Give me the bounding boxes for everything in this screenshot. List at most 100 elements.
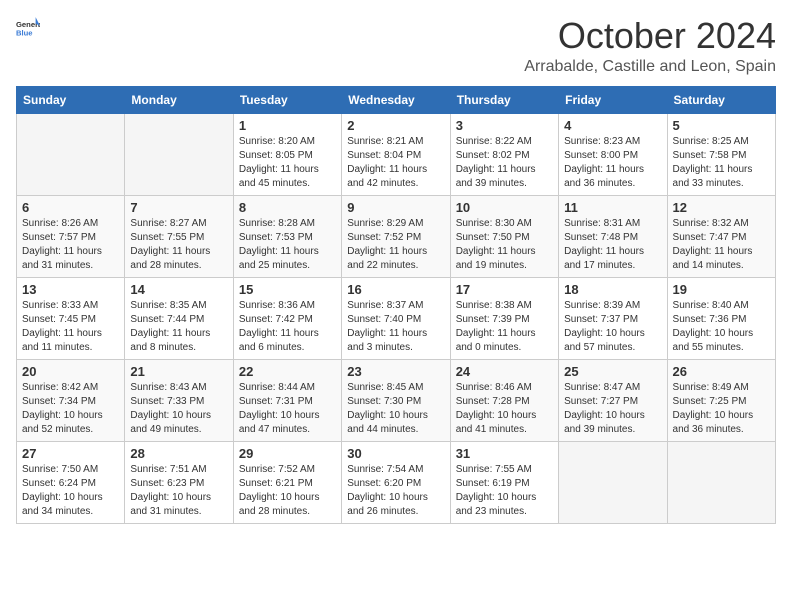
calendar-cell — [667, 441, 775, 523]
day-number: 5 — [673, 118, 770, 133]
calendar-week-1: 1 Sunrise: 8:20 AMSunset: 8:05 PMDaylight… — [17, 113, 776, 195]
month-title: October 2024 — [524, 16, 776, 56]
day-number: 31 — [456, 446, 553, 461]
day-number: 4 — [564, 118, 661, 133]
logo-image: General Blue — [16, 16, 40, 45]
weekday-header-monday: Monday — [125, 86, 233, 113]
day-info: Sunrise: 8:46 AMSunset: 7:28 PMDaylight:… — [456, 381, 553, 437]
day-info: Sunrise: 8:23 AMSunset: 8:00 PMDaylight:… — [564, 135, 661, 191]
logo: General Blue — [16, 16, 40, 45]
calendar-week-4: 20Sunrise: 8:42 AMSunset: 7:34 PMDayligh… — [17, 359, 776, 441]
day-info: Sunrise: 7:55 AMSunset: 6:19 PMDaylight:… — [456, 463, 553, 519]
day-info: Sunrise: 8:26 AMSunset: 7:57 PMDaylight:… — [22, 217, 119, 273]
calendar-cell — [17, 113, 125, 195]
calendar-cell: 2 Sunrise: 8:21 AMSunset: 8:04 PMDaylight… — [342, 113, 450, 195]
day-info: Sunrise: 8:42 AMSunset: 7:34 PMDaylight:… — [22, 381, 119, 437]
calendar-cell: 8 Sunrise: 8:28 AMSunset: 7:53 PMDaylight… — [233, 195, 341, 277]
calendar-table: SundayMondayTuesdayWednesdayThursdayFrid… — [16, 86, 776, 524]
calendar-cell: 31 Sunrise: 7:55 AMSunset: 6:19 PMDayligh… — [450, 441, 558, 523]
day-info: Sunrise: 8:27 AMSunset: 7:55 PMDaylight:… — [130, 217, 227, 273]
day-info: Sunrise: 8:44 AMSunset: 7:31 PMDaylight:… — [239, 381, 336, 437]
day-number: 23 — [347, 364, 444, 379]
day-number: 21 — [130, 364, 227, 379]
day-number: 25 — [564, 364, 661, 379]
calendar-week-5: 27 Sunrise: 7:50 AMSunset: 6:24 PMDayligh… — [17, 441, 776, 523]
day-info: Sunrise: 8:30 AMSunset: 7:50 PMDaylight:… — [456, 217, 553, 273]
calendar-cell: 20Sunrise: 8:42 AMSunset: 7:34 PMDayligh… — [17, 359, 125, 441]
day-number: 8 — [239, 200, 336, 215]
calendar-cell: 4 Sunrise: 8:23 AMSunset: 8:00 PMDaylight… — [559, 113, 667, 195]
day-info: Sunrise: 7:50 AMSunset: 6:24 PMDaylight:… — [22, 463, 119, 519]
calendar-cell: 22Sunrise: 8:44 AMSunset: 7:31 PMDayligh… — [233, 359, 341, 441]
day-info: Sunrise: 8:39 AMSunset: 7:37 PMDaylight:… — [564, 299, 661, 355]
location-title: Arrabalde, Castille and Leon, Spain — [524, 58, 776, 76]
day-number: 29 — [239, 446, 336, 461]
calendar-cell: 26 Sunrise: 8:49 AMSunset: 7:25 PMDayligh… — [667, 359, 775, 441]
day-number: 12 — [673, 200, 770, 215]
day-info: Sunrise: 8:29 AMSunset: 7:52 PMDaylight:… — [347, 217, 444, 273]
page-header: General Blue October 2024 Arrabalde, Cas… — [16, 16, 776, 76]
calendar-cell: 17Sunrise: 8:38 AMSunset: 7:39 PMDayligh… — [450, 277, 558, 359]
day-number: 10 — [456, 200, 553, 215]
weekday-header-saturday: Saturday — [667, 86, 775, 113]
calendar-cell — [559, 441, 667, 523]
weekday-header-wednesday: Wednesday — [342, 86, 450, 113]
day-info: Sunrise: 8:28 AMSunset: 7:53 PMDaylight:… — [239, 217, 336, 273]
calendar-cell: 7 Sunrise: 8:27 AMSunset: 7:55 PMDaylight… — [125, 195, 233, 277]
day-info: Sunrise: 7:51 AMSunset: 6:23 PMDaylight:… — [130, 463, 227, 519]
weekday-header-thursday: Thursday — [450, 86, 558, 113]
calendar-cell: 12Sunrise: 8:32 AMSunset: 7:47 PMDayligh… — [667, 195, 775, 277]
weekday-header-row: SundayMondayTuesdayWednesdayThursdayFrid… — [17, 86, 776, 113]
day-info: Sunrise: 8:20 AMSunset: 8:05 PMDaylight:… — [239, 135, 336, 191]
day-info: Sunrise: 8:31 AMSunset: 7:48 PMDaylight:… — [564, 217, 661, 273]
calendar-cell: 16Sunrise: 8:37 AMSunset: 7:40 PMDayligh… — [342, 277, 450, 359]
day-number: 13 — [22, 282, 119, 297]
day-number: 6 — [22, 200, 119, 215]
calendar-week-3: 13 Sunrise: 8:33 AMSunset: 7:45 PMDayligh… — [17, 277, 776, 359]
day-number: 1 — [239, 118, 336, 133]
day-info: Sunrise: 8:22 AMSunset: 8:02 PMDaylight:… — [456, 135, 553, 191]
day-number: 30 — [347, 446, 444, 461]
calendar-cell: 28 Sunrise: 7:51 AMSunset: 6:23 PMDayligh… — [125, 441, 233, 523]
calendar-cell: 29Sunrise: 7:52 AMSunset: 6:21 PMDayligh… — [233, 441, 341, 523]
calendar-cell: 24 Sunrise: 8:46 AMSunset: 7:28 PMDayligh… — [450, 359, 558, 441]
day-info: Sunrise: 8:36 AMSunset: 7:42 PMDaylight:… — [239, 299, 336, 355]
day-info: Sunrise: 8:33 AMSunset: 7:45 PMDaylight:… — [22, 299, 119, 355]
day-number: 9 — [347, 200, 444, 215]
title-block: October 2024 Arrabalde, Castille and Leo… — [524, 16, 776, 76]
day-info: Sunrise: 8:25 AMSunset: 7:58 PMDaylight:… — [673, 135, 770, 191]
day-number: 11 — [564, 200, 661, 215]
day-number: 18 — [564, 282, 661, 297]
calendar-cell — [125, 113, 233, 195]
calendar-cell: 14Sunrise: 8:35 AMSunset: 7:44 PMDayligh… — [125, 277, 233, 359]
day-number: 3 — [456, 118, 553, 133]
day-number: 24 — [456, 364, 553, 379]
calendar-cell: 15Sunrise: 8:36 AMSunset: 7:42 PMDayligh… — [233, 277, 341, 359]
day-info: Sunrise: 8:21 AMSunset: 8:04 PMDaylight:… — [347, 135, 444, 191]
calendar-cell: 3 Sunrise: 8:22 AMSunset: 8:02 PMDaylight… — [450, 113, 558, 195]
day-number: 28 — [130, 446, 227, 461]
calendar-cell: 1 Sunrise: 8:20 AMSunset: 8:05 PMDaylight… — [233, 113, 341, 195]
day-info: Sunrise: 7:54 AMSunset: 6:20 PMDaylight:… — [347, 463, 444, 519]
day-number: 27 — [22, 446, 119, 461]
day-number: 2 — [347, 118, 444, 133]
weekday-header-sunday: Sunday — [17, 86, 125, 113]
day-number: 26 — [673, 364, 770, 379]
calendar-cell: 25 Sunrise: 8:47 AMSunset: 7:27 PMDayligh… — [559, 359, 667, 441]
day-number: 7 — [130, 200, 227, 215]
calendar-week-2: 6 Sunrise: 8:26 AMSunset: 7:57 PMDaylight… — [17, 195, 776, 277]
calendar-cell: 30 Sunrise: 7:54 AMSunset: 6:20 PMDayligh… — [342, 441, 450, 523]
calendar-cell: 10 Sunrise: 8:30 AMSunset: 7:50 PMDayligh… — [450, 195, 558, 277]
calendar-cell: 23 Sunrise: 8:45 AMSunset: 7:30 PMDayligh… — [342, 359, 450, 441]
day-info: Sunrise: 8:43 AMSunset: 7:33 PMDaylight:… — [130, 381, 227, 437]
day-info: Sunrise: 8:49 AMSunset: 7:25 PMDaylight:… — [673, 381, 770, 437]
day-info: Sunrise: 8:47 AMSunset: 7:27 PMDaylight:… — [564, 381, 661, 437]
calendar-cell: 11 Sunrise: 8:31 AMSunset: 7:48 PMDayligh… — [559, 195, 667, 277]
day-number: 19 — [673, 282, 770, 297]
day-info: Sunrise: 8:35 AMSunset: 7:44 PMDaylight:… — [130, 299, 227, 355]
calendar-cell: 21 Sunrise: 8:43 AMSunset: 7:33 PMDayligh… — [125, 359, 233, 441]
calendar-cell: 18 Sunrise: 8:39 AMSunset: 7:37 PMDayligh… — [559, 277, 667, 359]
calendar-cell: 27 Sunrise: 7:50 AMSunset: 6:24 PMDayligh… — [17, 441, 125, 523]
svg-text:Blue: Blue — [16, 29, 33, 38]
day-info: Sunrise: 8:45 AMSunset: 7:30 PMDaylight:… — [347, 381, 444, 437]
